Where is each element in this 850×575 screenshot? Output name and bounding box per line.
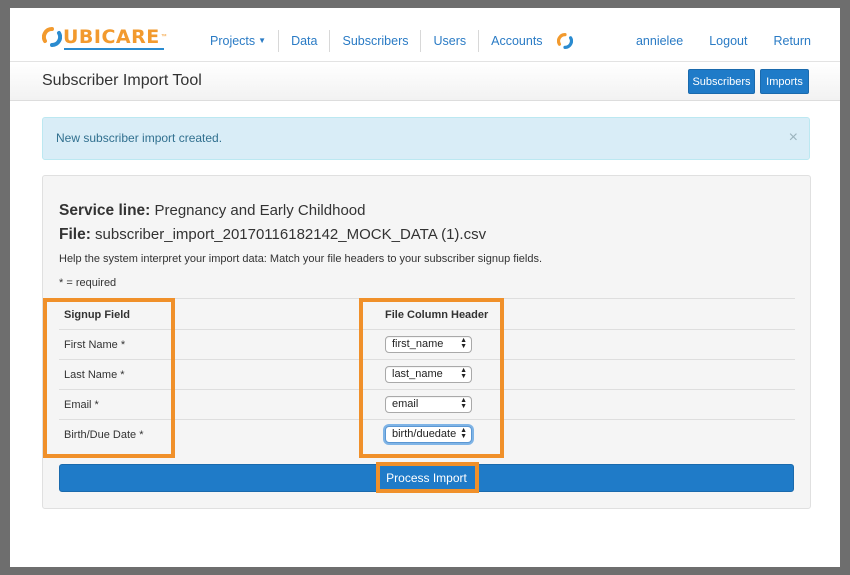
help-text: Help the system interpret your import da… — [59, 253, 543, 265]
signup-field-label: Birth/Due Date * — [64, 429, 144, 441]
main-nav: Projects ▼ Data Subscribers Users Account… — [198, 29, 573, 53]
service-line-label: Service line: — [59, 202, 151, 219]
user-name-link[interactable]: annielee — [636, 34, 683, 48]
page-title: Subscriber Import Tool — [42, 72, 202, 89]
table-row: Last Name * last_name ▲ ▼ — [59, 359, 795, 389]
subscribers-button[interactable]: Subscribers — [688, 69, 755, 94]
close-icon[interactable]: × — [789, 129, 798, 147]
ubicare-logo-icon — [42, 27, 62, 47]
nav-projects-label: Projects — [210, 34, 256, 48]
nav-accounts[interactable]: Accounts — [479, 30, 554, 52]
select-value: birth/duedate — [392, 428, 457, 440]
signup-field-label: First Name * — [64, 339, 126, 351]
email-column-select[interactable]: email ▲ ▼ — [385, 396, 472, 413]
logout-link[interactable]: Logout — [709, 34, 747, 48]
table-row: First Name * first_name ▲ ▼ — [59, 329, 795, 359]
birth-due-date-column-select[interactable]: birth/duedate ▲ ▼ — [385, 426, 472, 443]
signup-field-label: Last Name * — [64, 369, 125, 381]
app-window: UBICARE ™ Projects ▼ Data Subscribers Use… — [10, 8, 840, 567]
logo-trademark: ™ — [160, 34, 167, 40]
ubicare-logo[interactable]: UBICARE ™ — [42, 26, 167, 50]
signup-field-label: Email * — [64, 399, 99, 411]
top-navbar: UBICARE ™ Projects ▼ Data Subscribers Use… — [10, 8, 840, 62]
process-import-button[interactable]: Process Import — [59, 464, 794, 492]
table-header-row: Signup Field File Column Header — [59, 298, 795, 329]
last-name-column-select[interactable]: last_name ▲ ▼ — [385, 366, 472, 383]
select-arrows-icon: ▲ ▼ — [460, 427, 467, 440]
nav-projects[interactable]: Projects ▼ — [198, 30, 280, 52]
select-value: last_name — [392, 368, 443, 380]
first-name-column-select[interactable]: first_name ▲ ▼ — [385, 336, 472, 353]
nav-users[interactable]: Users — [421, 30, 480, 52]
caret-down-icon: ▼ — [258, 36, 267, 45]
service-line-value: Pregnancy and Early Childhood — [154, 202, 366, 219]
nav-data[interactable]: Data — [279, 30, 331, 52]
table-row: Birth/Due Date * birth/duedate ▲ ▼ — [59, 419, 795, 449]
process-import-label: Process Import — [386, 471, 467, 485]
file-name: subscriber_import_20170116182142_MOCK_DA… — [95, 226, 487, 243]
table-row: Email * email ▲ ▼ — [59, 389, 795, 419]
mapping-table: Signup Field File Column Header First Na… — [59, 298, 795, 449]
column-header-signup-field: Signup Field — [64, 309, 130, 321]
logo-underline — [64, 48, 164, 50]
column-header-file-column: File Column Header — [385, 309, 489, 321]
ubicare-mini-icon[interactable] — [556, 33, 573, 49]
required-note: * = required — [59, 277, 117, 289]
file-label: File: — [59, 226, 91, 243]
alert-message: New subscriber import created. — [56, 131, 223, 145]
user-nav: annielee Logout Return — [610, 34, 811, 48]
select-arrows-icon: ▲ ▼ — [460, 367, 467, 380]
return-link[interactable]: Return — [773, 34, 811, 48]
success-alert: New subscriber import created. × — [42, 117, 810, 160]
select-arrows-icon: ▲ ▼ — [460, 397, 467, 410]
page-header: Subscriber Import Tool Subscribers Impor… — [10, 63, 840, 101]
select-value: first_name — [392, 338, 444, 350]
nav-subscribers[interactable]: Subscribers — [330, 30, 422, 52]
service-line: Service line: Pregnancy and Early Childh… — [59, 202, 365, 220]
file-line: File: subscriber_import_20170116182142_M… — [59, 226, 486, 244]
select-value: email — [392, 398, 419, 410]
imports-button[interactable]: Imports — [760, 69, 809, 94]
select-arrows-icon: ▲ ▼ — [460, 337, 467, 350]
import-panel: Service line: Pregnancy and Early Childh… — [42, 175, 811, 509]
logo-wordmark: UBICARE — [63, 26, 160, 48]
